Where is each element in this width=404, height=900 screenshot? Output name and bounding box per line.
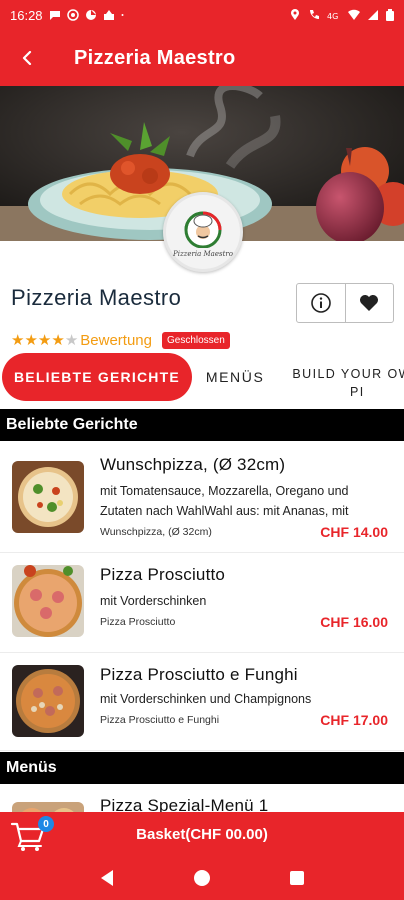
item-description: mit Tomatensauce, Mozzarella, Oregano un… [100, 484, 349, 518]
back-button[interactable] [0, 30, 56, 86]
basket-label: Basket(CHF 00.00) [136, 825, 268, 843]
nav-recents-button[interactable] [285, 866, 309, 890]
info-button[interactable] [297, 284, 345, 322]
back-triangle-icon [101, 870, 114, 886]
item-description: mit Vorderschinken und Champignons [100, 692, 312, 706]
status-bar: 16:28 4G [0, 0, 404, 30]
cart-count-badge: 0 [38, 816, 54, 832]
arrow-back-icon [22, 51, 32, 65]
volte-icon: 4G [327, 12, 338, 21]
menu-item-prosciutto-funghi[interactable]: Pizza Prosciutto e Funghi mit Vorderschi… [0, 653, 404, 751]
tab-popular-dishes[interactable]: BELIEBTE GERICHTE [2, 353, 192, 401]
item-image [12, 565, 84, 637]
section-header-popular: Beliebte Gerichte [0, 409, 404, 441]
chef-logo-icon [184, 211, 222, 248]
item-image [12, 665, 84, 737]
nav-home-button[interactable] [190, 866, 214, 890]
heart-icon [360, 295, 379, 311]
page-title: Pizzeria Maestro [74, 46, 236, 69]
chat-icon [49, 11, 60, 20]
item-title: Pizza Spezial-Menü 1 [100, 796, 269, 812]
signal-icon [368, 10, 378, 20]
tab-build-your-own-line1: BUILD YOUR OWN [292, 367, 404, 381]
star-filled-icon: ★ [51, 332, 65, 349]
tiktok-icon [103, 10, 114, 20]
restaurant-logo: Pizzeria Maestro [163, 192, 243, 272]
rating-row: ★★★★★ Bewertung Geschlossen [11, 331, 230, 349]
item-subtitle: Wunschpizza, (Ø 32cm) [100, 526, 212, 538]
rating-label[interactable]: Bewertung [80, 332, 152, 349]
restaurant-name: Pizzeria Maestro [11, 285, 182, 310]
status-time: 16:28 [10, 7, 43, 23]
tab-menus[interactable]: MENÜS [206, 369, 265, 385]
call-icon [310, 10, 319, 19]
dot-icon [121, 14, 124, 16]
svg-text:4G: 4G [327, 12, 338, 21]
tab-build-your-own[interactable]: BUILD YOUR OWN PI [292, 365, 404, 401]
recents-square-icon [289, 871, 304, 885]
rating-stars: ★★★★★ [11, 331, 78, 349]
status-badge: Geschlossen [161, 331, 230, 349]
item-image [12, 461, 84, 533]
basket-bar[interactable]: 0 Basket(CHF 00.00) [0, 812, 404, 856]
home-circle-icon [193, 870, 210, 886]
info-icon [310, 293, 331, 313]
item-subtitle: Pizza Prosciutto e Funghi [100, 714, 220, 726]
restaurant-actions [296, 283, 394, 323]
section-header-menus: Menüs [0, 752, 404, 784]
star-filled-icon: ★ [11, 332, 25, 349]
tab-build-your-own-line2: PI [350, 385, 365, 399]
menu-item-prosciutto[interactable]: Pizza Prosciutto mit Vorderschinken Pizz… [0, 553, 404, 653]
item-subtitle: Pizza Prosciutto [100, 616, 176, 628]
location-icon [291, 9, 299, 20]
star-filled-icon: ★ [37, 332, 52, 349]
item-description: mit Vorderschinken [100, 594, 207, 608]
item-title: Wunschpizza, (Ø 32cm) [100, 455, 286, 474]
app-icon [85, 10, 96, 20]
item-title: Pizza Prosciutto e Funghi [100, 665, 298, 684]
menu-item-wunschpizza[interactable]: Wunschpizza, (Ø 32cm) mit Tomatensauce, … [0, 441, 404, 553]
category-tabs: BELIEBTE GERICHTE MENÜS BUILD YOUR OWN P… [0, 352, 404, 402]
nav-back-button[interactable] [95, 866, 119, 890]
system-nav-bar [0, 856, 404, 900]
app-bar: Pizzeria Maestro [0, 30, 404, 86]
star-empty-icon: ★ [64, 332, 79, 349]
logo-text: Pizzeria Maestro [173, 250, 233, 258]
item-title: Pizza Prosciutto [100, 565, 226, 584]
favorite-button[interactable] [344, 284, 394, 322]
wifi-icon [348, 9, 360, 20]
menu-item-spezial-menu-1[interactable]: Pizza Spezial-Menü 1 [0, 784, 404, 812]
whatsapp-icon [66, 9, 79, 21]
item-image [12, 802, 84, 812]
item-price: CHF 17.00 [320, 712, 388, 728]
star-filled-icon: ★ [24, 332, 38, 349]
battery-icon [386, 9, 394, 21]
cart-button[interactable]: 0 [10, 816, 54, 852]
item-price: CHF 14.00 [320, 524, 388, 540]
item-price: CHF 16.00 [320, 614, 388, 630]
